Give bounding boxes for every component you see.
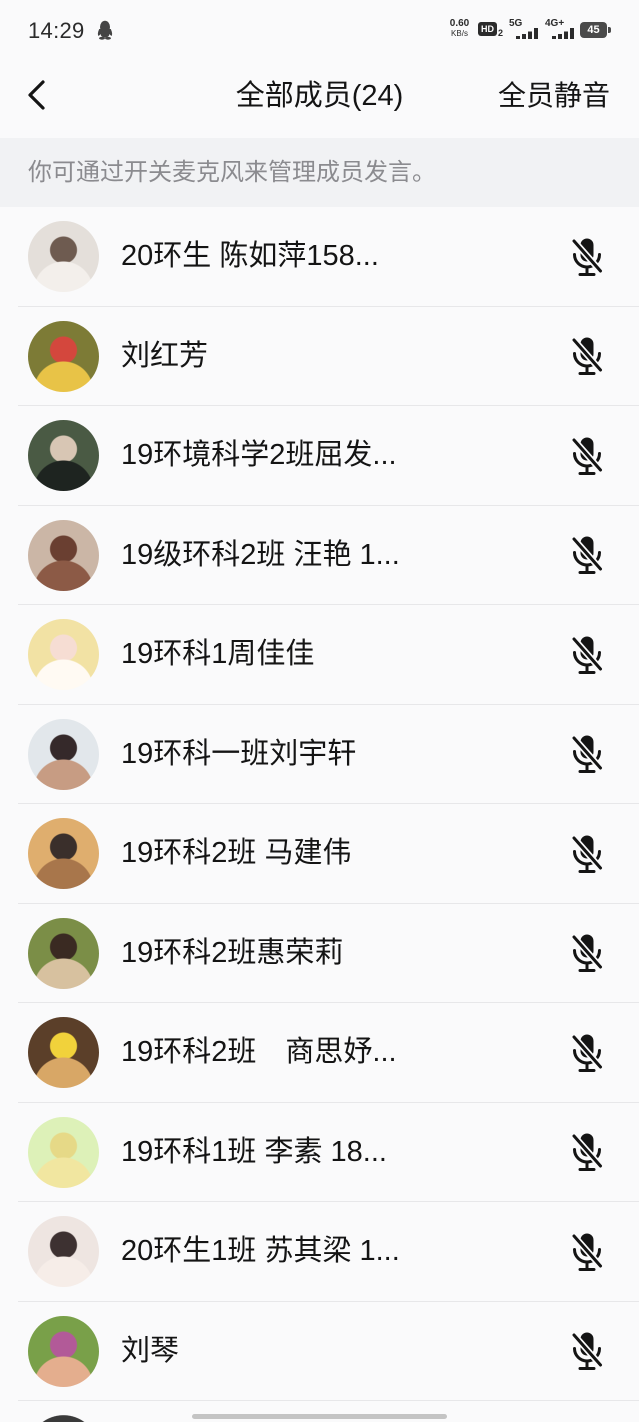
nav-header: 全部成员(24) 全员静音 xyxy=(0,62,639,138)
member-row: 19环科一班刘宇轩 xyxy=(0,705,639,805)
member-row: 19环境科学2班屈发... xyxy=(0,406,639,506)
member-row: 19环科2班 马建伟 xyxy=(0,804,639,904)
member-name: 19环境科学2班屈发... xyxy=(121,439,397,471)
mic-muted-icon[interactable] xyxy=(570,834,604,874)
member-name: 19环科1班 李素 18... xyxy=(121,1135,387,1168)
member-row: 19级环科2班 汪艳 1... xyxy=(0,506,639,606)
mic-muted-icon[interactable] xyxy=(570,336,604,376)
home-indicator[interactable] xyxy=(192,1414,447,1419)
member-avatar[interactable] xyxy=(28,519,99,591)
member-name: 19环科2班 商思妤... xyxy=(121,1036,397,1068)
hd-label: HD xyxy=(478,22,497,36)
member-list[interactable]: 20环生 陈如萍158... 刘红芳 19环境科学2班屈发... 19级环科2班… xyxy=(0,207,639,1422)
chevron-left-icon[interactable] xyxy=(26,79,48,111)
member-avatar[interactable] xyxy=(28,221,99,293)
mic-muted-icon[interactable] xyxy=(570,1033,604,1073)
mute-all-button[interactable]: 全员静音 xyxy=(498,78,610,114)
member-row: 20环生1班 苏其梁 1... xyxy=(0,1202,639,1302)
mic-muted-icon[interactable] xyxy=(570,237,604,277)
member-name: 19环科2班惠荣莉 xyxy=(121,936,344,969)
member-row: 20环生 陈如萍158... xyxy=(0,207,639,307)
member-row: 刘红芳 xyxy=(0,307,639,407)
member-row: 19环科2班惠荣莉 xyxy=(0,904,639,1004)
network-speed-unit: KB/s xyxy=(451,29,468,38)
member-name: 刘红芳 xyxy=(121,339,209,372)
member-row: 刘琴 xyxy=(0,1302,639,1402)
sim1-signal-bars xyxy=(516,28,538,39)
hd-index: 2 xyxy=(498,28,504,38)
hint-text: 你可通过开关麦克风来管理成员发言。 xyxy=(28,159,436,186)
member-name: 20环生 陈如萍158... xyxy=(121,240,379,272)
battery-terminal xyxy=(608,27,611,33)
member-name: 刘琴 xyxy=(121,1334,180,1367)
member-row: 19环科1班 李素 18... xyxy=(0,1103,639,1203)
network-speed-value: 0.60 xyxy=(449,18,470,29)
sim1-signal-icon: 5G xyxy=(509,19,539,39)
mic-muted-icon[interactable] xyxy=(570,436,604,476)
member-row: 19环科2班 商思妤... xyxy=(0,1003,639,1103)
member-avatar[interactable] xyxy=(28,1116,99,1188)
member-name: 19环科1周佳佳 xyxy=(121,638,315,670)
sim2-signal-icon: 4G+ xyxy=(545,19,575,39)
mic-muted-icon[interactable] xyxy=(570,1331,604,1371)
battery-icon: 45 xyxy=(580,22,607,38)
status-bar: 14:29 0.60 KB/s HD 2 5G 4G+ 45 xyxy=(0,0,639,62)
status-time: 14:29 xyxy=(28,18,85,43)
qq-penguin-icon xyxy=(97,20,113,40)
hd-voice-icon: HD 2 xyxy=(478,22,505,38)
page-title: 全部成员(24) xyxy=(235,80,404,112)
member-avatar[interactable] xyxy=(28,818,99,890)
member-row: 19环科1周佳佳 xyxy=(0,605,639,705)
member-avatar[interactable] xyxy=(28,917,99,989)
member-avatar-partial[interactable] xyxy=(28,1415,99,1422)
sim2-signal-bars xyxy=(552,28,574,39)
member-avatar[interactable] xyxy=(28,1315,99,1387)
member-avatar[interactable] xyxy=(28,420,99,492)
mic-muted-icon[interactable] xyxy=(570,933,604,973)
mic-muted-icon[interactable] xyxy=(570,734,604,774)
mic-muted-icon[interactable] xyxy=(570,635,604,675)
member-name: 19环科一班刘宇轩 xyxy=(121,737,357,770)
member-avatar[interactable] xyxy=(28,619,99,691)
member-name: 20环生1班 苏其梁 1... xyxy=(121,1235,400,1267)
member-name: 19环科2班 马建伟 xyxy=(121,837,352,869)
network-speed: 0.60 KB/s xyxy=(445,19,474,39)
mic-muted-icon[interactable] xyxy=(570,1132,604,1172)
member-name: 19级环科2班 汪艳 1... xyxy=(121,538,400,571)
member-avatar[interactable] xyxy=(28,320,99,392)
member-avatar[interactable] xyxy=(28,1216,99,1288)
member-avatar[interactable] xyxy=(28,1017,99,1089)
mic-muted-icon[interactable] xyxy=(570,535,604,575)
member-avatar[interactable] xyxy=(28,718,99,790)
mic-muted-icon[interactable] xyxy=(570,1232,604,1272)
hint-bar: 你可通过开关麦克风来管理成员发言。 xyxy=(0,138,639,207)
